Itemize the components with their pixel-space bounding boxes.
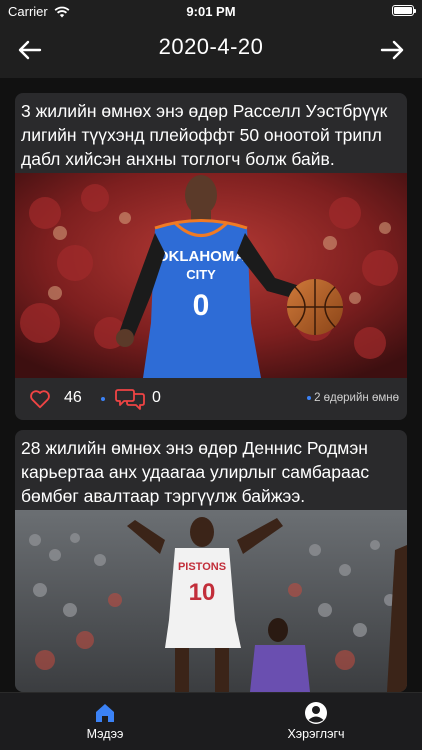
news-card-footer: 46 0 2 өдөрийн өмнө — [15, 378, 407, 420]
status-time: 9:01 PM — [186, 4, 236, 19]
tab-news-label: Мэдээ — [86, 727, 124, 741]
time-ago-label: 2 өдөрийн өмнө — [314, 392, 399, 404]
jersey-text-top: PISTONS — [178, 561, 226, 573]
like-count: 46 — [64, 389, 82, 406]
separator-dot — [101, 397, 105, 401]
arrow-left-icon[interactable] — [16, 36, 44, 64]
user-icon — [305, 702, 327, 724]
nav-bar: 2020-4-20 — [0, 22, 422, 78]
news-card[interactable]: 3 жилийн өмнөх энэ өдөр Расселл Уэстбрүү… — [15, 93, 407, 420]
news-card-text: 28 жилийн өмнөх энэ өдөр Деннис Родмэн к… — [21, 438, 370, 506]
news-card-image[interactable]: PISTONS 10 — [15, 510, 407, 692]
comment-count: 0 — [152, 389, 161, 406]
page-title: 2020-4-20 — [158, 34, 264, 59]
jersey-number: 10 — [189, 579, 216, 606]
jersey-number: 0 — [193, 289, 210, 322]
tab-user-label: Хэрэглэгч — [287, 727, 345, 741]
arrow-right-icon[interactable] — [378, 36, 406, 64]
status-bar: Carrier 9:01 PM — [0, 0, 422, 22]
time-dot — [307, 395, 312, 400]
tab-news[interactable]: Мэдээ — [35, 701, 175, 741]
time-ago: 2 өдөрийн өмнө — [307, 392, 399, 404]
jersey-text-mid: CITY — [186, 267, 216, 282]
news-feed[interactable]: 3 жилийн өмнөх энэ өдөр Расселл Уэстбрүү… — [0, 78, 422, 692]
tab-bar: Мэдээ Хэрэглэгч — [0, 692, 422, 750]
heart-icon[interactable] — [29, 388, 51, 410]
tab-user[interactable]: Хэрэглэгч — [246, 701, 386, 741]
jersey-text-top: OKLAHOMA — [157, 248, 245, 265]
news-card-text: 3 жилийн өмнөх энэ өдөр Расселл Уэстбрүү… — [21, 101, 388, 169]
comment-icon[interactable] — [115, 386, 145, 412]
news-card[interactable]: 28 жилийн өмнөх энэ өдөр Деннис Родмэн к… — [15, 430, 407, 692]
home-icon — [96, 704, 114, 722]
news-card-image[interactable]: OKLAHOMA CITY 0 — [15, 173, 407, 378]
battery-icon — [392, 5, 416, 16]
